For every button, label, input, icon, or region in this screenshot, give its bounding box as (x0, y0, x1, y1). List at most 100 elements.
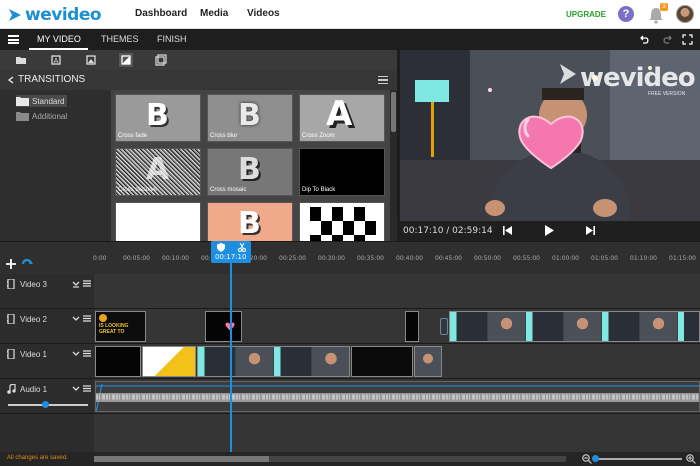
zoom-out-icon[interactable] (582, 454, 592, 464)
folder-standard[interactable]: Standard (16, 95, 68, 107)
audio-clip[interactable] (95, 381, 700, 412)
track-lane-video-1[interactable] (94, 344, 700, 379)
sticker-clip[interactable] (205, 311, 242, 342)
ruler-tick: 01:15:00 (669, 255, 696, 262)
small-clip[interactable] (405, 311, 419, 342)
video-preview[interactable]: wevideo FREE VERSION (400, 50, 700, 221)
transition-checker[interactable] (299, 202, 385, 241)
tab-themes[interactable]: THEMES (101, 34, 139, 44)
nav-videos[interactable]: Videos (247, 8, 280, 19)
add-track-icon[interactable] (6, 259, 16, 269)
nav-dashboard[interactable]: Dashboard (135, 8, 187, 19)
timeline-empty-area[interactable] (94, 414, 700, 452)
track-volume-dropdown-icon[interactable] (72, 350, 80, 358)
zoom-knob[interactable] (592, 455, 599, 462)
timeline-ruler[interactable]: 0:00 00:05:00 00:10:00 00:15:00 00:20:00… (0, 241, 700, 274)
backgrounds-icon[interactable] (154, 53, 168, 67)
track-volume-dropdown-icon[interactable] (72, 315, 80, 323)
transition-label: Cross mosaic (210, 187, 247, 193)
transition-dip-to-black[interactable]: Dip To Black (299, 148, 385, 196)
transition-cross-zoom[interactable]: A Cross Zoom (299, 94, 385, 142)
transition-cross-dissolve[interactable]: A Cross dissolve (115, 148, 201, 196)
title-clip-badge (99, 314, 107, 322)
transition-cross-blur[interactable]: B Cross blur (207, 94, 293, 142)
watermark-text: wevideo (580, 63, 696, 93)
import-folder-icon[interactable] (14, 53, 28, 67)
ruler-tick: 00:10:00 (162, 255, 189, 262)
tab-finish[interactable]: FINISH (157, 34, 187, 44)
ruler-tick: 00:45:00 (435, 255, 462, 262)
intro-graphic-clip[interactable] (142, 346, 196, 377)
playhead-line[interactable] (230, 262, 232, 452)
track-menu-icon[interactable] (83, 350, 91, 357)
track-volume-dropdown-icon[interactable] (72, 385, 80, 393)
ruler-tick: 00:40:00 (396, 255, 423, 262)
wevideo-logo[interactable]: wevideo (8, 5, 102, 25)
chevron-left-icon[interactable] (8, 76, 14, 84)
dark-clip[interactable] (351, 346, 413, 377)
black-clip[interactable] (95, 346, 141, 377)
folder-label: Standard (32, 96, 65, 106)
track-lane-video-3[interactable] (94, 274, 700, 309)
skip-forward-icon[interactable] (585, 225, 596, 236)
fullscreen-icon[interactable] (682, 34, 693, 45)
skip-back-icon[interactable] (502, 225, 513, 236)
redo-icon[interactable] (662, 34, 672, 45)
film-icon (7, 314, 15, 324)
track-volume-dropdown-icon[interactable] (72, 280, 80, 288)
transition-label: Cross Zoom (302, 133, 335, 139)
track-lane-video-2[interactable]: IS LOOKING GREAT TO (94, 309, 700, 344)
menu-icon[interactable] (8, 35, 19, 44)
play-icon[interactable] (544, 224, 555, 237)
clip-frame (526, 312, 563, 341)
title-clip[interactable]: IS LOOKING GREAT TO (95, 311, 146, 342)
track-menu-icon[interactable] (83, 280, 91, 287)
transitions-icon[interactable] (119, 53, 133, 67)
magnet-icon[interactable] (22, 259, 34, 269)
user-avatar[interactable] (676, 5, 694, 23)
track-header-video-2: Video 2 (0, 309, 94, 344)
tile-glyph: B (238, 206, 261, 241)
interview-clip-v2[interactable] (449, 311, 700, 342)
folder-additional[interactable]: Additional (16, 110, 67, 122)
track-menu-icon[interactable] (83, 315, 91, 322)
timeline-scrollbar[interactable] (94, 456, 566, 462)
transition-white[interactable] (115, 202, 201, 241)
zoom-in-icon[interactable] (686, 454, 696, 464)
tile-glyph: B (146, 98, 169, 133)
track-label: Video 2 (20, 315, 47, 324)
track-menu-icon[interactable] (83, 385, 91, 392)
player-controls: 00:17:10 / 02:59:14 (397, 221, 700, 241)
end-clip[interactable] (414, 346, 442, 377)
shield-icon[interactable] (217, 243, 225, 252)
zoom-slider[interactable] (594, 458, 682, 460)
timecode-display: 00:17:10 / 02:59:14 (403, 226, 493, 236)
transition-cross-fade[interactable]: B Cross fade (115, 94, 201, 142)
track-header-filler (0, 414, 94, 452)
scrollbar-thumb[interactable] (94, 456, 269, 462)
ruler-tick: 00:05:00 (123, 255, 150, 262)
clip-frame (488, 312, 525, 341)
scrollbar-thumb[interactable] (391, 92, 396, 132)
ruler-tick: 00:25:00 (279, 255, 306, 262)
tab-my-video[interactable]: MY VIDEO (37, 34, 81, 44)
nav-media[interactable]: Media (200, 8, 228, 19)
track-lane-audio-1[interactable] (94, 379, 700, 414)
clip-frame (236, 347, 273, 376)
list-view-icon[interactable] (378, 76, 388, 84)
transition-scrollbar[interactable] (390, 90, 397, 241)
clip-handle[interactable] (440, 318, 448, 335)
transition-peach[interactable]: B (207, 202, 293, 241)
logo-text: wevideo (25, 5, 102, 25)
undo-icon[interactable] (640, 34, 650, 45)
transition-cross-mosaic[interactable]: B Cross mosaic (207, 148, 293, 196)
playhead-handle[interactable]: 00:17:10 (211, 241, 251, 263)
text-icon[interactable]: A (49, 53, 63, 67)
audio-volume-knob[interactable] (42, 401, 49, 408)
upgrade-link[interactable]: UPGRADE (566, 10, 606, 19)
panel-title[interactable]: TRANSITIONS (18, 74, 85, 85)
scissors-icon[interactable] (238, 243, 246, 252)
graphics-icon[interactable] (84, 53, 98, 67)
interview-clip-v1[interactable] (197, 346, 350, 377)
help-button[interactable]: ? (618, 6, 634, 22)
